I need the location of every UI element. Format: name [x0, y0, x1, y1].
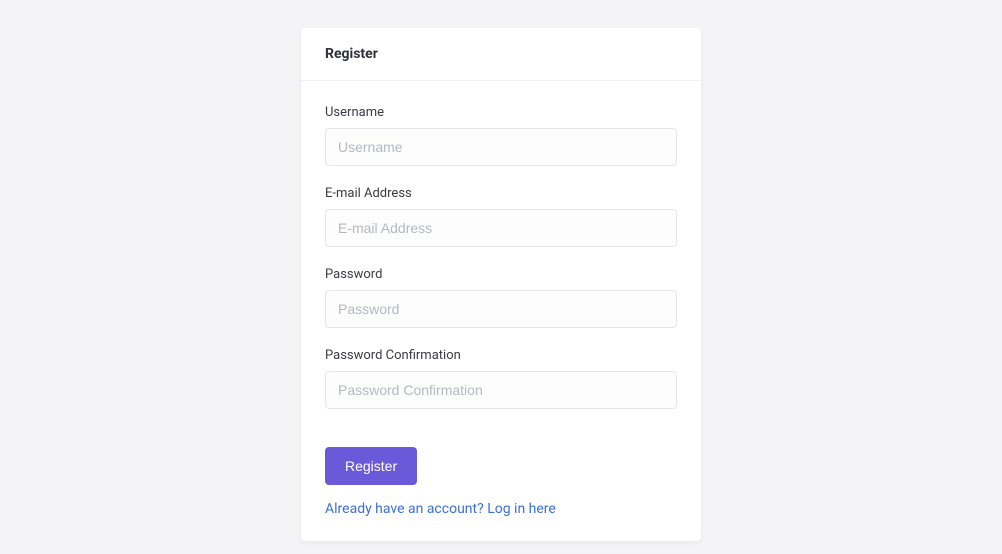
- email-label: E-mail Address: [325, 186, 677, 201]
- password-confirmation-input[interactable]: [325, 371, 677, 409]
- form-group-password-confirmation: Password Confirmation: [325, 348, 677, 409]
- login-link[interactable]: Already have an account? Log in here: [325, 501, 677, 517]
- form-group-username: Username: [325, 105, 677, 166]
- card-body: Username E-mail Address Password Passwor…: [301, 81, 701, 541]
- card-header: Register: [301, 28, 701, 81]
- form-group-password: Password: [325, 267, 677, 328]
- password-label: Password: [325, 267, 677, 282]
- register-button[interactable]: Register: [325, 447, 417, 485]
- form-group-email: E-mail Address: [325, 186, 677, 247]
- email-input[interactable]: [325, 209, 677, 247]
- form-actions: Register Already have an account? Log in…: [325, 447, 677, 517]
- register-card: Register Username E-mail Address Passwor…: [301, 28, 701, 541]
- password-input[interactable]: [325, 290, 677, 328]
- username-input[interactable]: [325, 128, 677, 166]
- page-title: Register: [325, 46, 677, 62]
- username-label: Username: [325, 105, 677, 120]
- password-confirmation-label: Password Confirmation: [325, 348, 677, 363]
